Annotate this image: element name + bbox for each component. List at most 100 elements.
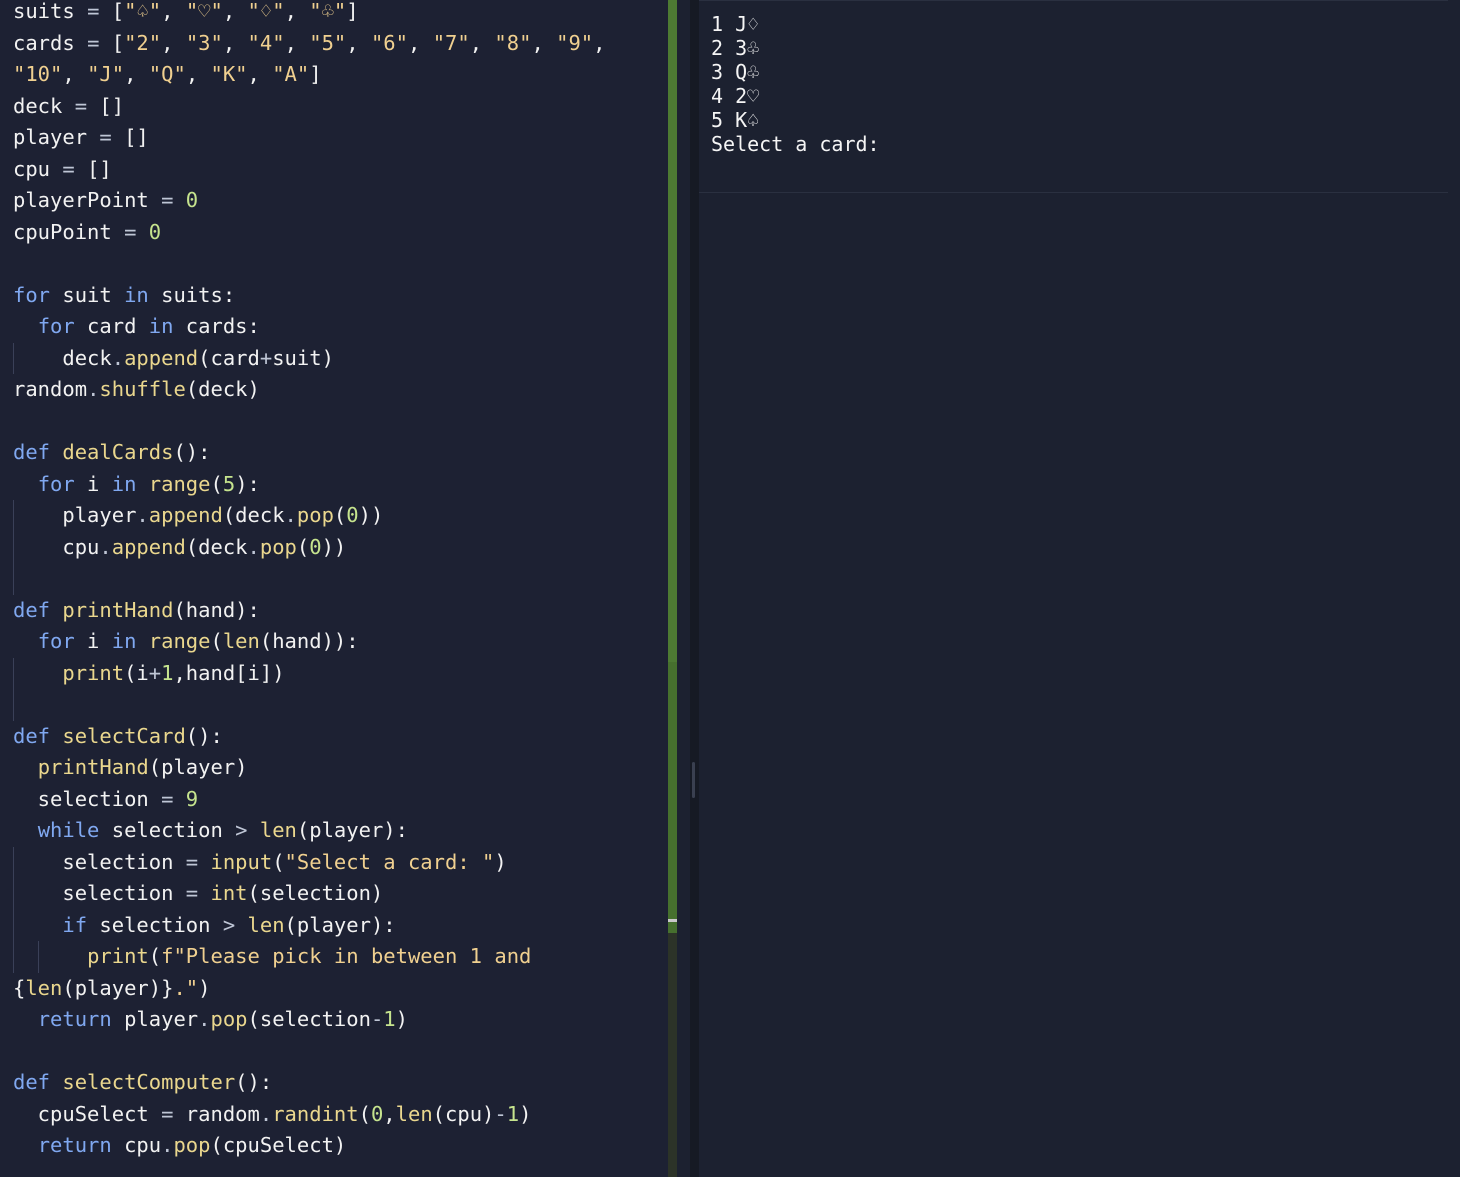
code-token: , bbox=[383, 1101, 396, 1126]
code-token: suit bbox=[50, 282, 125, 307]
code-token: def bbox=[13, 723, 51, 748]
code-token: def bbox=[13, 440, 51, 464]
code-token: = bbox=[99, 125, 125, 149]
code-token: cards bbox=[13, 30, 88, 55]
code-token: ( bbox=[148, 944, 162, 968]
code-token: - bbox=[370, 1007, 384, 1031]
code-line[interactable]: playerPoint = 0 bbox=[13, 185, 198, 216]
code-token: f"Please pick in between 1 and bbox=[161, 944, 532, 968]
code-line[interactable]: cpuSelect = random.randint(0,len(cpu)-1) bbox=[13, 1099, 532, 1130]
code-line[interactable]: def selectCard(): bbox=[13, 721, 223, 752]
code-token: [ bbox=[111, 30, 125, 55]
code-line[interactable]: selection = input("Select a card: ") bbox=[13, 847, 506, 878]
code-line[interactable]: if selection > len(player): bbox=[13, 910, 396, 941]
pane-resize-handle[interactable] bbox=[692, 762, 695, 798]
code-token: len bbox=[259, 818, 297, 842]
code-token: = bbox=[185, 849, 199, 874]
code-line[interactable]: {len(player)}.") bbox=[13, 973, 211, 1004]
code-token: in bbox=[111, 629, 137, 653]
pane-divider-rule bbox=[690, 0, 699, 1177]
code-token: range bbox=[148, 471, 211, 496]
indent-guide bbox=[13, 657, 14, 721]
code-token: , bbox=[161, 0, 186, 23]
console-output[interactable]: 1 J♢ 2 3♧ 3 Q♧ 4 2♡ 5 K♤ Select a card: bbox=[699, 0, 1460, 1177]
code-token: i bbox=[74, 629, 112, 653]
code-token: = bbox=[124, 219, 149, 244]
code-token: ( bbox=[210, 629, 223, 653]
code-token: "A" bbox=[272, 62, 310, 86]
code-line[interactable]: def dealCards(): bbox=[13, 437, 211, 468]
code-line[interactable]: deck = [] bbox=[13, 91, 124, 122]
code-token: (): bbox=[235, 1070, 273, 1094]
code-token: , bbox=[247, 62, 273, 86]
code-line[interactable]: return cpu.pop(cpuSelect) bbox=[13, 1130, 347, 1161]
code-token: . bbox=[99, 534, 112, 559]
code-line[interactable]: print(i+1,hand[i]) bbox=[13, 658, 284, 689]
code-token: )) bbox=[321, 534, 347, 559]
code-line[interactable]: return player.pop(selection-1) bbox=[13, 1004, 408, 1035]
code-line[interactable]: cards = ["2", "3", "4", "5", "6", "7", "… bbox=[13, 28, 606, 59]
code-line[interactable]: selection = 9 bbox=[13, 784, 198, 815]
code-token: suits: bbox=[148, 282, 236, 307]
code-token: len bbox=[247, 912, 285, 937]
code-line[interactable]: def selectComputer(): bbox=[13, 1067, 272, 1098]
code-token: ) bbox=[198, 975, 211, 1000]
code-token: 1 bbox=[506, 1101, 520, 1126]
code-token: "♢" bbox=[247, 0, 285, 23]
code-token: ) bbox=[395, 1007, 408, 1031]
code-token: . bbox=[111, 345, 125, 370]
code-token: , bbox=[408, 30, 433, 55]
code-line[interactable]: for card in cards: bbox=[13, 311, 260, 342]
code-token: "K" bbox=[210, 62, 248, 86]
code-token: append bbox=[111, 534, 186, 559]
code-line[interactable]: "10", "J", "Q", "K", "A"] bbox=[13, 59, 322, 90]
code-line[interactable]: for i in range(len(hand)): bbox=[13, 626, 359, 657]
code-line[interactable]: player.append(deck.pop(0)) bbox=[13, 500, 383, 531]
code-token: len bbox=[222, 629, 260, 653]
code-line[interactable]: deck.append(card+suit) bbox=[13, 343, 334, 374]
code-token: if bbox=[62, 912, 88, 937]
code-line[interactable]: cpu = [] bbox=[13, 154, 112, 185]
code-line[interactable]: player = [] bbox=[13, 122, 149, 153]
code-token: (): bbox=[173, 440, 211, 464]
code-editor[interactable]: suits = ["♤", "♡", "♢", "♧"] cards = ["2"… bbox=[0, 0, 668, 1177]
code-token: selection bbox=[13, 849, 186, 874]
code-line[interactable]: for suit in suits: bbox=[13, 280, 235, 311]
code-token: random bbox=[13, 377, 88, 401]
code-line[interactable]: cpu.append(deck.pop(0)) bbox=[13, 532, 346, 563]
code-line[interactable]: cpuPoint = 0 bbox=[13, 217, 161, 248]
code-line[interactable]: print(f"Please pick in between 1 and bbox=[13, 941, 531, 972]
code-line[interactable]: def printHand(hand): bbox=[13, 595, 260, 626]
code-token: ( bbox=[210, 471, 223, 496]
code-token: ) bbox=[519, 1101, 532, 1126]
code-token: (player): bbox=[284, 912, 396, 937]
code-token: , bbox=[531, 30, 557, 55]
code-token: (player) bbox=[148, 755, 248, 779]
code-token: ( bbox=[333, 503, 347, 527]
code-line[interactable]: suits = ["♤", "♡", "♢", "♧"] bbox=[13, 0, 359, 27]
code-line[interactable]: selection = int(selection) bbox=[13, 878, 383, 909]
code-line[interactable]: printHand(player) bbox=[13, 752, 248, 783]
code-token: random bbox=[173, 1101, 260, 1126]
code-token: append bbox=[124, 345, 199, 370]
pane-divider[interactable] bbox=[677, 0, 690, 1177]
code-token: [ bbox=[111, 0, 125, 23]
code-line[interactable]: random.shuffle(deck) bbox=[13, 374, 260, 405]
code-token: pop bbox=[259, 534, 297, 559]
code-line[interactable]: while selection > len(player): bbox=[13, 815, 408, 846]
code-token: (deck) bbox=[185, 377, 260, 401]
code-token: = bbox=[161, 188, 186, 212]
code-token: ): bbox=[235, 471, 260, 496]
code-token: def bbox=[13, 597, 51, 622]
code-token: = bbox=[185, 881, 199, 905]
code-line[interactable]: for i in range(5): bbox=[13, 469, 260, 500]
code-token: . bbox=[161, 1133, 174, 1157]
console-input-prompt[interactable]: Select a card: bbox=[711, 132, 892, 156]
